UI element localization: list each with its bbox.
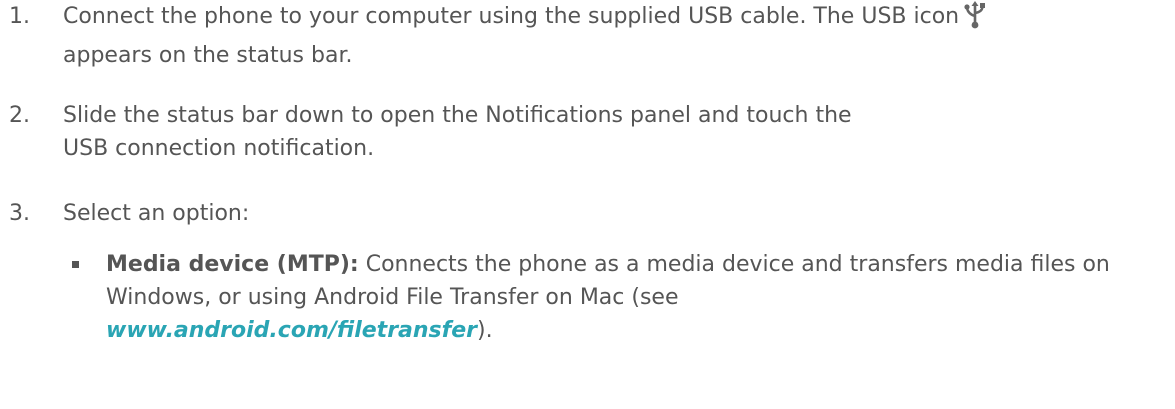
step-text-part: appears on the status bar. <box>63 43 353 68</box>
bullet-square-icon <box>72 261 79 268</box>
usb-icon <box>963 1 987 39</box>
step-number: 3. <box>9 201 30 226</box>
filetransfer-link[interactable]: www.android.com/filetransfer <box>106 318 477 343</box>
option-suffix: ). <box>477 318 493 343</box>
step-number: 2. <box>9 103 30 128</box>
step-text: Slide the status bar down to open the No… <box>63 103 852 161</box>
step-text-part: Connect the phone to your computer using… <box>63 4 960 29</box>
step-number: 1. <box>9 4 30 29</box>
step-text: Connect the phone to your computer using… <box>63 0 1173 72</box>
option-text: Media device (MTP): Connects the phone a… <box>106 248 1175 347</box>
option-label: Media device (MTP): <box>106 252 359 277</box>
step-text: Select an option: <box>63 201 250 226</box>
